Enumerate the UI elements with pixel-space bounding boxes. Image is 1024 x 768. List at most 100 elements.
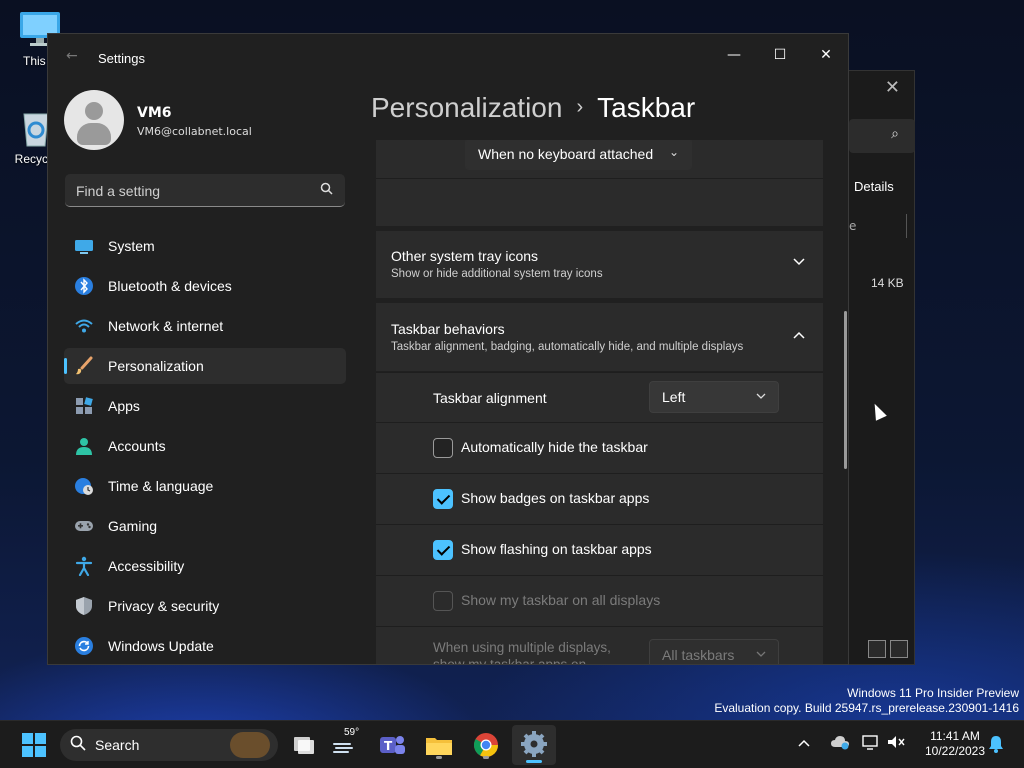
- section-title: Other system tray icons: [391, 248, 539, 264]
- app-title: Settings: [98, 51, 145, 66]
- evaluation-watermark: Windows 11 Pro Insider Preview Evaluatio…: [714, 686, 1019, 716]
- clock[interactable]: 11:41 AM 10/22/2023: [912, 729, 998, 759]
- sidebar-nav: System Bluetooth & devices Network & int…: [64, 228, 346, 664]
- sidebar-item-personalization[interactable]: Personalization: [64, 348, 346, 384]
- svg-text:T: T: [384, 739, 393, 753]
- sidebar-item-label: Gaming: [108, 518, 158, 534]
- wifi-icon: [74, 316, 94, 336]
- title-bar: ← Settings — ☐ ✕: [48, 34, 848, 82]
- search-icon: ⌕: [891, 126, 899, 142]
- flashing-checkbox[interactable]: [433, 540, 453, 560]
- sidebar-item-accessibility[interactable]: Accessibility: [64, 548, 346, 584]
- back-arrow-icon[interactable]: ←: [66, 48, 78, 64]
- widgets-icon[interactable]: 59°: [330, 727, 362, 761]
- sidebar-item-accounts[interactable]: Accounts: [64, 428, 346, 464]
- sidebar-item-system[interactable]: System: [64, 228, 346, 264]
- running-indicator: [436, 756, 442, 759]
- search-placeholder: Find a setting: [76, 183, 161, 199]
- teams-icon[interactable]: T: [376, 729, 408, 761]
- close-button[interactable]: ✕: [803, 40, 848, 70]
- keyboard-dropdown[interactable]: When no keyboard attached ⌄: [465, 140, 692, 170]
- dropdown-value: All taskbars: [662, 647, 735, 663]
- avatar-body: [77, 123, 111, 145]
- flashing-row[interactable]: Show flashing on taskbar apps: [376, 524, 823, 575]
- search-highlight-image: [230, 732, 270, 758]
- person-icon: [74, 436, 94, 456]
- chevron-down-icon: [756, 388, 766, 402]
- explorer-search-box[interactable]: ⌕: [849, 119, 915, 153]
- start-icon[interactable]: [18, 729, 50, 761]
- breadcrumb: Personalization › Taskbar: [371, 92, 695, 124]
- sidebar-item-label: System: [108, 238, 155, 254]
- notification-bell-icon[interactable]: [988, 735, 1004, 756]
- content-scrollbar[interactable]: [844, 311, 847, 469]
- user-name: VM6: [137, 105, 172, 121]
- chrome-icon[interactable]: [470, 729, 502, 761]
- touch-keyboard-row: When no keyboard attached ⌄: [376, 140, 823, 178]
- brush-icon: [74, 356, 94, 376]
- auto-hide-checkbox[interactable]: [433, 438, 453, 458]
- clock-date: 10/22/2023: [924, 744, 986, 758]
- badges-checkbox[interactable]: [433, 489, 453, 509]
- other-tray-icons-section[interactable]: Other system tray icons Show or hide add…: [376, 231, 823, 298]
- active-indicator: [526, 760, 542, 763]
- sidebar-item-label: Windows Update: [108, 638, 214, 654]
- multi-display-dropdown: All taskbars: [649, 639, 779, 664]
- system-icon: [74, 236, 94, 256]
- checkbox-label: Automatically hide the taskbar: [461, 439, 648, 455]
- section-subtitle: Show or hide additional system tray icon…: [391, 268, 603, 280]
- chevron-down-icon[interactable]: [793, 255, 805, 270]
- network-icon[interactable]: [861, 734, 881, 753]
- alignment-dropdown[interactable]: Left: [649, 381, 779, 413]
- sidebar-item-apps[interactable]: Apps: [64, 388, 346, 424]
- auto-hide-row[interactable]: Automatically hide the taskbar: [376, 422, 823, 473]
- details-view-icon[interactable]: [868, 640, 886, 658]
- settings-content: When no keyboard attached ⌄ Other system…: [376, 140, 823, 665]
- file-size: 14 KB: [871, 276, 904, 290]
- weather-temperature: 59°: [344, 727, 360, 738]
- taskbar-search[interactable]: Search: [60, 729, 278, 761]
- view-toggle: [868, 640, 908, 658]
- minimize-button[interactable]: —: [711, 40, 757, 70]
- sidebar-item-network[interactable]: Network & internet: [64, 308, 346, 344]
- multi-display-label: When using multiple displays, show my ta…: [433, 639, 611, 665]
- sidebar-item-time-language[interactable]: Time & language: [64, 468, 346, 504]
- globe-clock-icon: [74, 476, 94, 496]
- watermark-line1: Windows 11 Pro Insider Preview: [847, 686, 1019, 700]
- sidebar-item-label: Accounts: [108, 438, 166, 454]
- breadcrumb-parent[interactable]: Personalization: [371, 92, 562, 123]
- bluetooth-icon: [74, 276, 94, 296]
- running-indicator: [483, 756, 489, 759]
- find-setting-input[interactable]: Find a setting: [65, 174, 345, 207]
- empty-row: [376, 178, 823, 226]
- column-divider[interactable]: [906, 214, 907, 238]
- badges-row[interactable]: Show badges on taskbar apps: [376, 473, 823, 524]
- sidebar-item-windows-update[interactable]: Windows Update: [64, 628, 346, 664]
- sidebar-item-label: Apps: [108, 398, 140, 414]
- sidebar-item-privacy[interactable]: Privacy & security: [64, 588, 346, 624]
- tiles-view-icon[interactable]: [890, 640, 908, 658]
- all-displays-row: Show my taskbar on all displays: [376, 575, 823, 626]
- avatar[interactable]: [64, 90, 124, 150]
- task-view-icon[interactable]: [288, 729, 320, 761]
- sidebar-item-label: Accessibility: [108, 558, 185, 574]
- close-icon[interactable]: ✕: [885, 77, 900, 98]
- sidebar-item-bluetooth[interactable]: Bluetooth & devices: [64, 268, 346, 304]
- user-email: VM6@collabnet.local: [137, 125, 252, 138]
- sidebar-item-label: Network & internet: [108, 318, 224, 334]
- file-explorer-icon[interactable]: [423, 729, 455, 761]
- settings-app-icon[interactable]: [512, 725, 556, 765]
- taskbar-behaviors-section[interactable]: Taskbar behaviors Taskbar alignment, bad…: [376, 303, 823, 371]
- clock-time: 11:41 AM: [930, 729, 980, 743]
- multi-display-row: When using multiple displays, show my ta…: [376, 626, 823, 665]
- chevron-up-icon[interactable]: [793, 328, 805, 343]
- breadcrumb-separator: ›: [576, 96, 584, 118]
- chevron-up-icon[interactable]: [797, 735, 811, 751]
- details-button[interactable]: Details: [854, 179, 894, 194]
- cloud-icon[interactable]: [830, 734, 850, 753]
- multi-display-label-line2: show my taskbar apps on: [433, 657, 587, 665]
- maximize-button[interactable]: ☐: [757, 40, 803, 70]
- volume-muted-icon[interactable]: [886, 734, 906, 753]
- sidebar-item-gaming[interactable]: Gaming: [64, 508, 346, 544]
- search-label: Search: [95, 737, 140, 753]
